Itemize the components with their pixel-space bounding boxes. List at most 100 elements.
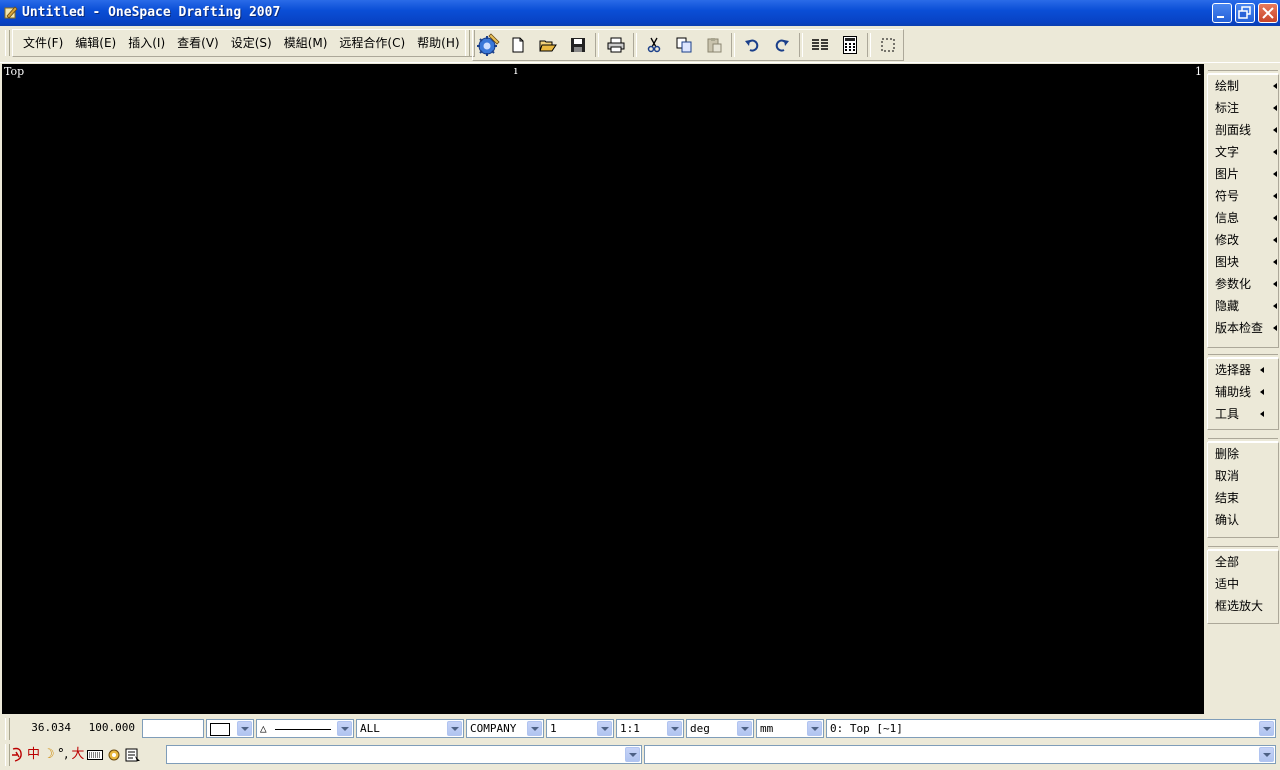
save-button[interactable]: [563, 31, 593, 59]
cmd-zoom-window[interactable]: 框选放大: [1208, 595, 1278, 617]
chevron-down-icon[interactable]: [337, 721, 352, 736]
view-number: 1: [1195, 65, 1202, 78]
cmd-picture[interactable]: 图片: [1208, 163, 1278, 185]
cmd-hatch[interactable]: 剖面线: [1208, 119, 1278, 141]
chevron-down-icon[interactable]: [447, 721, 462, 736]
chevron-down-icon[interactable]: [807, 721, 822, 736]
new-button[interactable]: [503, 31, 533, 59]
cmd-tools[interactable]: 工具: [1208, 403, 1278, 425]
close-button[interactable]: [1258, 3, 1278, 23]
title-bar: Untitled - OneSpace Drafting 2007: [0, 0, 1280, 26]
submenu-arrow-icon: [1273, 127, 1277, 133]
submenu-arrow-icon: [1273, 149, 1277, 155]
cmd-construction-lines[interactable]: 辅助线: [1208, 381, 1278, 403]
cmd-zoom-all[interactable]: 全部: [1208, 551, 1278, 573]
chevron-down-icon[interactable]: [527, 721, 542, 736]
columns-button[interactable]: [805, 31, 835, 59]
save-icon: [571, 38, 585, 52]
cmd-cancel[interactable]: 取消: [1208, 465, 1278, 487]
undo-button[interactable]: [737, 31, 767, 59]
menu-modules[interactable]: 模組(M): [278, 33, 334, 53]
soft-keyboard-icon[interactable]: [87, 749, 104, 761]
ratio-select[interactable]: 1:1: [616, 719, 684, 738]
redo-button[interactable]: [767, 31, 797, 59]
ime-mode-toggle[interactable]: 中: [27, 745, 40, 765]
calculator-icon: [843, 36, 857, 54]
open-folder-icon: [539, 40, 557, 52]
command-input[interactable]: [166, 745, 642, 764]
cmd-parametric[interactable]: 参数化: [1208, 273, 1278, 295]
restore-button[interactable]: [1235, 3, 1255, 23]
cut-button[interactable]: [639, 31, 669, 59]
app-icon: [4, 6, 18, 19]
cmd-dimension[interactable]: 标注: [1208, 97, 1278, 119]
chevron-down-icon[interactable]: [1259, 721, 1274, 736]
open-button[interactable]: [533, 31, 563, 59]
cmd-confirm[interactable]: 确认: [1208, 509, 1278, 531]
statusbar-grip: [5, 718, 10, 740]
company-select[interactable]: COMPANY: [466, 719, 544, 738]
view-select[interactable]: 0: Top [~1]: [826, 719, 1276, 738]
cmd-modify[interactable]: 修改: [1208, 229, 1278, 251]
ime-help-icon[interactable]: [125, 747, 141, 763]
ime-toolbar: 中 ☽ °, 大: [10, 745, 141, 765]
cmd-version-check[interactable]: 版本检查: [1208, 317, 1278, 339]
menu-settings[interactable]: 设定(S): [225, 33, 278, 53]
calculator-button[interactable]: [835, 31, 865, 59]
main-toolbar: [472, 29, 904, 61]
menubar-grip[interactable]: [5, 30, 10, 56]
cmd-draw[interactable]: 绘制: [1208, 75, 1278, 97]
menu-toolbar-row: 文件(F) 编辑(E) 插入(I) 查看(V) 设定(S) 模組(M) 远程合作…: [0, 26, 1280, 63]
cmd-delete[interactable]: 删除: [1208, 443, 1278, 465]
submenu-arrow-icon: [1273, 237, 1277, 243]
cmd-selector[interactable]: 选择器: [1208, 359, 1278, 381]
redo-icon: [775, 39, 789, 52]
color-select[interactable]: [206, 719, 254, 738]
menu-help[interactable]: 帮助(H): [411, 33, 465, 53]
chevron-down-icon[interactable]: [237, 721, 252, 736]
submenu-arrow-icon: [1273, 193, 1277, 199]
cmd-info[interactable]: 信息: [1208, 207, 1278, 229]
cmd-end[interactable]: 结束: [1208, 487, 1278, 509]
menu-view[interactable]: 查看(V): [171, 33, 225, 53]
chevron-down-icon[interactable]: [737, 721, 752, 736]
print-button[interactable]: [601, 31, 631, 59]
submenu-arrow-icon: [1273, 281, 1277, 287]
length-unit-select[interactable]: mm: [756, 719, 824, 738]
drawing-canvas[interactable]: Top ı 1: [2, 64, 1204, 714]
submenu-arrow-icon: [1273, 105, 1277, 111]
half-width-toggle[interactable]: ☽: [43, 745, 55, 765]
paste-button[interactable]: [699, 31, 729, 59]
ime-logo-icon[interactable]: [10, 747, 24, 763]
angle-unit-select[interactable]: deg: [686, 719, 754, 738]
command-history-select[interactable]: [644, 745, 1276, 764]
chevron-down-icon[interactable]: [667, 721, 682, 736]
menu-edit[interactable]: 编辑(E): [69, 33, 122, 53]
ime-size-toggle[interactable]: 大: [71, 745, 84, 765]
toolbar-grip[interactable]: [465, 30, 470, 56]
layer-select[interactable]: ALL: [356, 719, 464, 738]
submenu-arrow-icon: [1260, 389, 1264, 395]
chevron-down-icon[interactable]: [1259, 747, 1274, 762]
cmd-block[interactable]: 图块: [1208, 251, 1278, 273]
line-sample: [275, 728, 332, 730]
chevron-down-icon[interactable]: [597, 721, 612, 736]
menu-insert[interactable]: 插入(I): [122, 33, 171, 53]
cmd-zoom-fit[interactable]: 适中: [1208, 573, 1278, 595]
scale-value-select[interactable]: 1: [546, 719, 614, 738]
menu-remote-collab[interactable]: 远程合作(C): [333, 33, 411, 53]
copy-button[interactable]: [669, 31, 699, 59]
new-file-icon: [512, 37, 524, 53]
linetype-select[interactable]: △: [256, 719, 354, 738]
menu-file[interactable]: 文件(F): [17, 33, 69, 53]
select-box-button[interactable]: [873, 31, 903, 59]
chevron-down-icon[interactable]: [625, 747, 640, 762]
cut-icon: [647, 37, 661, 53]
cmd-symbol[interactable]: 符号: [1208, 185, 1278, 207]
ime-settings-gear-icon[interactable]: [106, 747, 122, 763]
punctuation-toggle[interactable]: °,: [58, 745, 69, 765]
wizard-button[interactable]: [473, 31, 503, 59]
cmd-hide[interactable]: 隐藏: [1208, 295, 1278, 317]
cmd-text[interactable]: 文字: [1208, 141, 1278, 163]
minimize-button[interactable]: [1212, 3, 1232, 23]
